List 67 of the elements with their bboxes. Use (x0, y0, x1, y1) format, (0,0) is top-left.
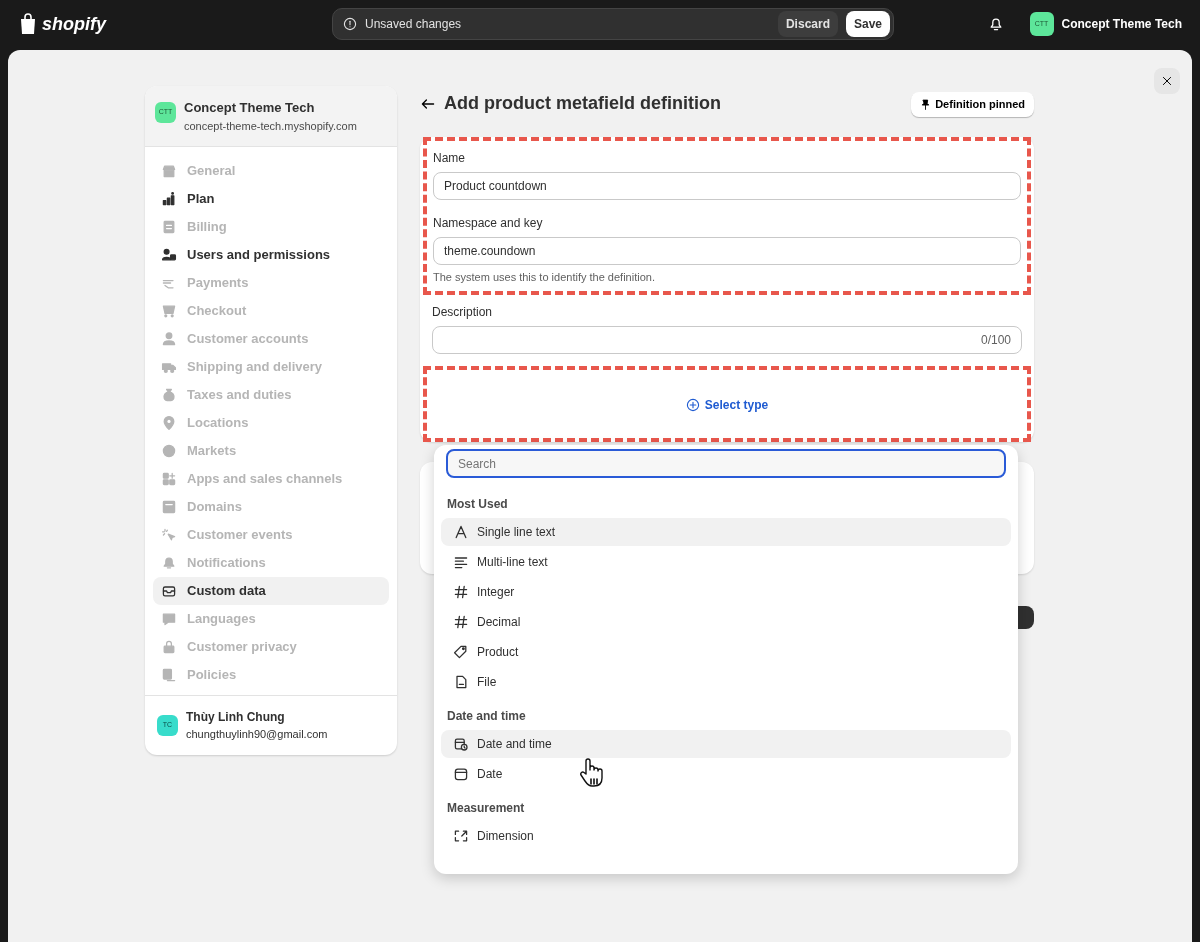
calendar-clock-icon (453, 736, 469, 752)
tray-icon (161, 583, 177, 599)
user-name: Thùy Linh Chung (186, 709, 286, 726)
resize-icon (453, 828, 469, 844)
lock-icon (161, 639, 177, 655)
person-icon (161, 331, 177, 347)
type-option[interactable]: Multi-line text (441, 548, 1011, 576)
group-heading: Most Used (446, 496, 509, 513)
type-option[interactable]: Decimal (441, 608, 1011, 636)
sidebar-item[interactable]: Custom data (153, 577, 389, 605)
hash-icon (453, 614, 469, 630)
store-icon (161, 163, 177, 179)
pin-icon (161, 415, 177, 431)
letter-icon (453, 524, 469, 540)
store-name: Concept Theme Tech (184, 99, 316, 117)
help-text: The system uses this to identify the definition. (433, 269, 656, 285)
discard-button[interactable]: Discard (777, 11, 838, 37)
field-label: Name (433, 149, 466, 167)
type-option[interactable]: File (441, 668, 1011, 696)
users-icon (161, 247, 177, 263)
type-option[interactable]: Integer (441, 578, 1011, 606)
plus-circle-icon (685, 398, 700, 412)
chart-icon (161, 191, 177, 207)
close-icon (1161, 75, 1173, 87)
store-name: Concept Theme Tech (1061, 16, 1182, 33)
field-label: Namespace and key (433, 214, 544, 232)
hand-cursor-icon (578, 757, 604, 789)
group-heading: Measurement (446, 800, 526, 817)
field-label: Description (432, 304, 494, 321)
type-option[interactable]: Dimension (441, 822, 1011, 850)
definition-pinned-button[interactable]: Definition pinned (911, 92, 1034, 117)
pin-icon (920, 98, 932, 110)
lines-icon (453, 554, 469, 570)
calendar-icon (453, 766, 469, 782)
cursor-icon (161, 527, 177, 543)
unsaved-message: Unsaved changes (365, 16, 463, 33)
document-icon (161, 667, 177, 683)
group-heading: Date and time (446, 708, 527, 725)
sidebar-item[interactable]: Users and permissions (153, 241, 389, 269)
apps-icon (161, 471, 177, 487)
alert-icon (343, 17, 357, 31)
browser-icon (161, 499, 177, 515)
input-field[interactable]: theme.coundown (433, 236, 1021, 265)
select-type-button[interactable]: Select type (433, 378, 1021, 432)
tag-icon (453, 644, 469, 660)
sidebar-item[interactable]: Plan (153, 185, 389, 213)
close-button[interactable] (1154, 68, 1180, 94)
hash-icon (453, 584, 469, 600)
type-option[interactable]: Date (441, 760, 1011, 788)
user-email: chungthuylinh90@gmail.com (186, 727, 328, 742)
input-field[interactable]: 0/100 (432, 326, 1022, 354)
save-button[interactable]: Save (846, 11, 890, 37)
input-field[interactable]: Product countdown (433, 171, 1021, 200)
page-title: Add product metafield definition (444, 93, 722, 116)
money-bag-icon (161, 387, 177, 403)
search-field[interactable]: Search (446, 449, 1006, 478)
cart-icon (161, 303, 177, 319)
store-domain: concept-theme-tech.myshopify.com (184, 118, 357, 134)
type-option[interactable]: Single line text (441, 518, 1011, 546)
speech-bubble-icon (161, 611, 177, 627)
file-icon (453, 674, 469, 690)
type-option[interactable]: Product (441, 638, 1011, 666)
bell-icon (161, 555, 177, 571)
type-option[interactable]: Date and time (441, 730, 1011, 758)
logo-text: shopify (42, 12, 106, 36)
shopping-bag-icon (18, 13, 38, 35)
receipt-icon (161, 219, 177, 235)
